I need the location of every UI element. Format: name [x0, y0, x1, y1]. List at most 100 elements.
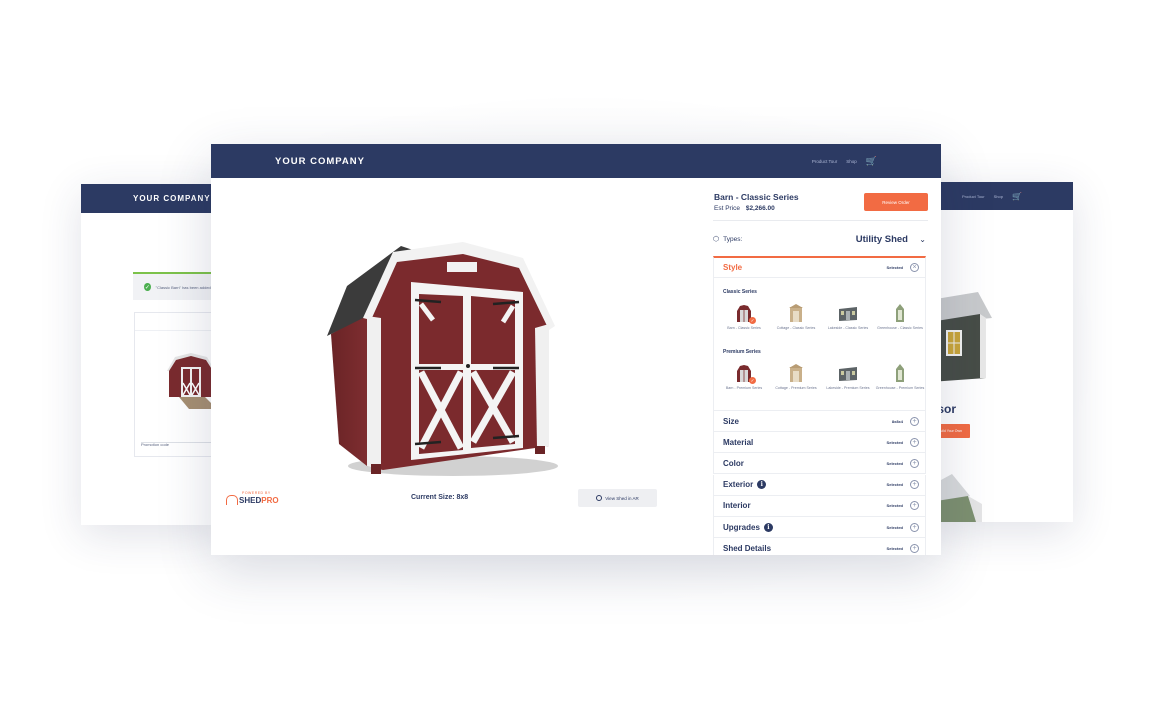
style-option-label: Lakeside - Premium Series — [826, 386, 870, 390]
chevron-down-icon[interactable]: ⌄ — [919, 235, 926, 244]
shed-style-thumbnail — [786, 303, 806, 323]
cube-icon: ⬡ — [713, 236, 720, 243]
current-size-label: Current Size: 8x8 — [411, 494, 469, 501]
style-option-label: Barn - Classic Series — [727, 326, 761, 330]
shed-style-thumbnail — [838, 363, 858, 383]
section-status: Selected — [886, 439, 903, 445]
landing-page-preview: Product Tour Shop 🛒 dsor Build Your Own — [930, 182, 1073, 522]
view-in-ar-label: View Shed in AR — [605, 495, 639, 501]
shed-style-thumbnail — [890, 363, 910, 383]
promotion-code-label: Promotion code — [141, 442, 170, 447]
section-color[interactable]: Color Selected + — [713, 453, 926, 475]
cart-icon[interactable]: 🛒 — [866, 156, 877, 166]
section-title-text: Size — [723, 416, 740, 426]
est-price-value: $2,266.00 — [745, 205, 775, 212]
section-title: Interior — [723, 501, 751, 510]
est-price-label: Est Price — [714, 205, 741, 212]
section-exterior[interactable]: Exterior i Selected + — [713, 474, 926, 496]
shed-configurator-window: YOUR COMPANY Product Tour Shop 🛒 POWERED… — [211, 144, 941, 555]
section-interior[interactable]: Interior Selected + — [713, 495, 926, 517]
section-title: Upgrades i — [723, 522, 773, 532]
premium-series-options: ✓ Barn - Premium Series Cottage - Premium … — [718, 363, 926, 391]
ar-icon — [596, 495, 603, 501]
logo-shed-text: SHED — [239, 496, 262, 505]
powered-by-shedpro-logo[interactable]: POWERED BY SHED PRO — [226, 491, 279, 505]
section-upgrades[interactable]: Upgrades i Selected + — [713, 517, 926, 538]
section-title: Exterior i — [723, 480, 767, 490]
section-title-text: Exterior — [723, 480, 754, 490]
plus-circle-icon[interactable]: + — [910, 543, 919, 553]
nav-shop[interactable]: Shop — [994, 194, 1003, 199]
shed-style-thumbnail — [890, 303, 910, 323]
style-option[interactable]: ✓ Barn - Premium Series — [718, 363, 770, 391]
types-dropdown[interactable]: ⬡ Types: Utility Shed ⌄ — [713, 231, 928, 247]
style-section: Style Selected × Classic Series ✓ Barn - … — [713, 256, 926, 411]
cart-page-header: YOUR COMPANY — [81, 184, 221, 213]
section-title-text: Material — [723, 437, 754, 447]
style-option[interactable]: Cottage - Classic Series — [770, 303, 822, 331]
shed-style-thumbnail: ✓ — [734, 363, 756, 384]
brand-name: YOUR COMPANY — [133, 194, 211, 203]
house-outline-icon — [226, 495, 238, 505]
nav-shop[interactable]: Shop — [846, 159, 857, 164]
style-option-label: Lakeside - Classic Series — [827, 326, 869, 330]
promotion-code-field[interactable]: Promotion code — [141, 433, 221, 447]
added-to-cart-notice: ✓ "Classic Barn" has been added to your … — [133, 272, 221, 300]
barn-shed-render[interactable] — [323, 234, 563, 482]
view-in-ar-button[interactable]: View Shed in AR — [578, 489, 657, 507]
section-title: Color — [723, 459, 744, 468]
shed-style-thumbnail: ✓ — [734, 303, 756, 324]
info-icon[interactable]: i — [763, 522, 773, 532]
section-status: Selected — [886, 524, 903, 530]
section-title-text: Color — [723, 458, 744, 468]
style-option[interactable]: ✓ Barn - Classic Series — [718, 303, 770, 331]
section-title: Size — [723, 417, 739, 426]
section-size[interactable]: Size 8x8x4 + — [713, 411, 926, 432]
style-option-label: Cottage - Premium Series — [775, 386, 817, 390]
info-icon[interactable]: i — [757, 480, 767, 490]
cart-icon[interactable]: 🛒 — [1012, 192, 1022, 201]
section-title-text: Upgrades — [723, 522, 760, 532]
section-title-text: Shed Details — [723, 543, 772, 553]
close-circle-icon[interactable]: × — [910, 263, 919, 272]
plus-circle-icon[interactable]: + — [910, 522, 919, 532]
section-material[interactable]: Material Selected + — [713, 432, 926, 454]
plus-circle-icon[interactable]: + — [910, 437, 919, 447]
section-shed-details[interactable]: Shed Details Selected + — [713, 538, 926, 555]
site-header: YOUR COMPANY Product Tour Shop 🛒 — [211, 144, 941, 178]
logo-pro-text: PRO — [261, 496, 279, 505]
style-status: Selected — [886, 265, 903, 270]
section-status: Selected — [886, 460, 903, 466]
style-section-header[interactable]: Style Selected × — [714, 258, 925, 278]
nav-product-tour[interactable]: Product Tour — [812, 159, 837, 164]
plus-circle-icon[interactable]: + — [910, 501, 919, 511]
style-option[interactable]: Cottage - Premium Series — [770, 363, 822, 391]
plus-circle-icon[interactable]: + — [910, 480, 919, 490]
brand-name[interactable]: YOUR COMPANY — [275, 156, 365, 167]
style-option[interactable]: Lakeside - Premium Series — [822, 363, 874, 391]
divider — [713, 220, 928, 221]
section-status: 8x8x4 — [891, 418, 903, 424]
style-title: Style — [723, 263, 743, 272]
nav-product-tour[interactable]: Product Tour — [962, 194, 985, 199]
classic-series-options: ✓ Barn - Classic Series Cottage - Classic … — [718, 303, 926, 331]
style-option-label: Cottage - Classic Series — [776, 326, 816, 330]
style-option[interactable]: Greenhouse - Classic Series — [874, 303, 926, 331]
check-icon: ✓ — [749, 377, 756, 384]
plus-circle-icon[interactable]: + — [910, 458, 919, 468]
classic-series-label: Classic Series — [723, 289, 757, 295]
check-circle-icon: ✓ — [144, 283, 151, 291]
style-option[interactable]: Lakeside - Classic Series — [822, 303, 874, 331]
check-icon: ✓ — [749, 317, 756, 324]
types-value: Utility Shed — [855, 233, 908, 245]
main-nav: Product Tour Shop 🛒 — [812, 156, 877, 166]
plus-circle-icon[interactable]: + — [910, 416, 919, 426]
style-option-label: Greenhouse - Classic Series — [877, 326, 923, 330]
section-status: Selected — [886, 503, 903, 509]
configuration-panel: Barn - Classic Series Est Price $2,266.0… — [713, 178, 928, 555]
shed-3d-viewer[interactable]: POWERED BY SHED PRO Current Size: 8x8 Vi… — [211, 178, 701, 555]
style-option[interactable]: Greenhouse - Premium Series — [874, 363, 926, 391]
review-order-button[interactable]: Review Order — [864, 193, 928, 211]
shed-style-thumbnail — [838, 303, 858, 323]
premium-series-label: Premium Series — [723, 349, 761, 355]
